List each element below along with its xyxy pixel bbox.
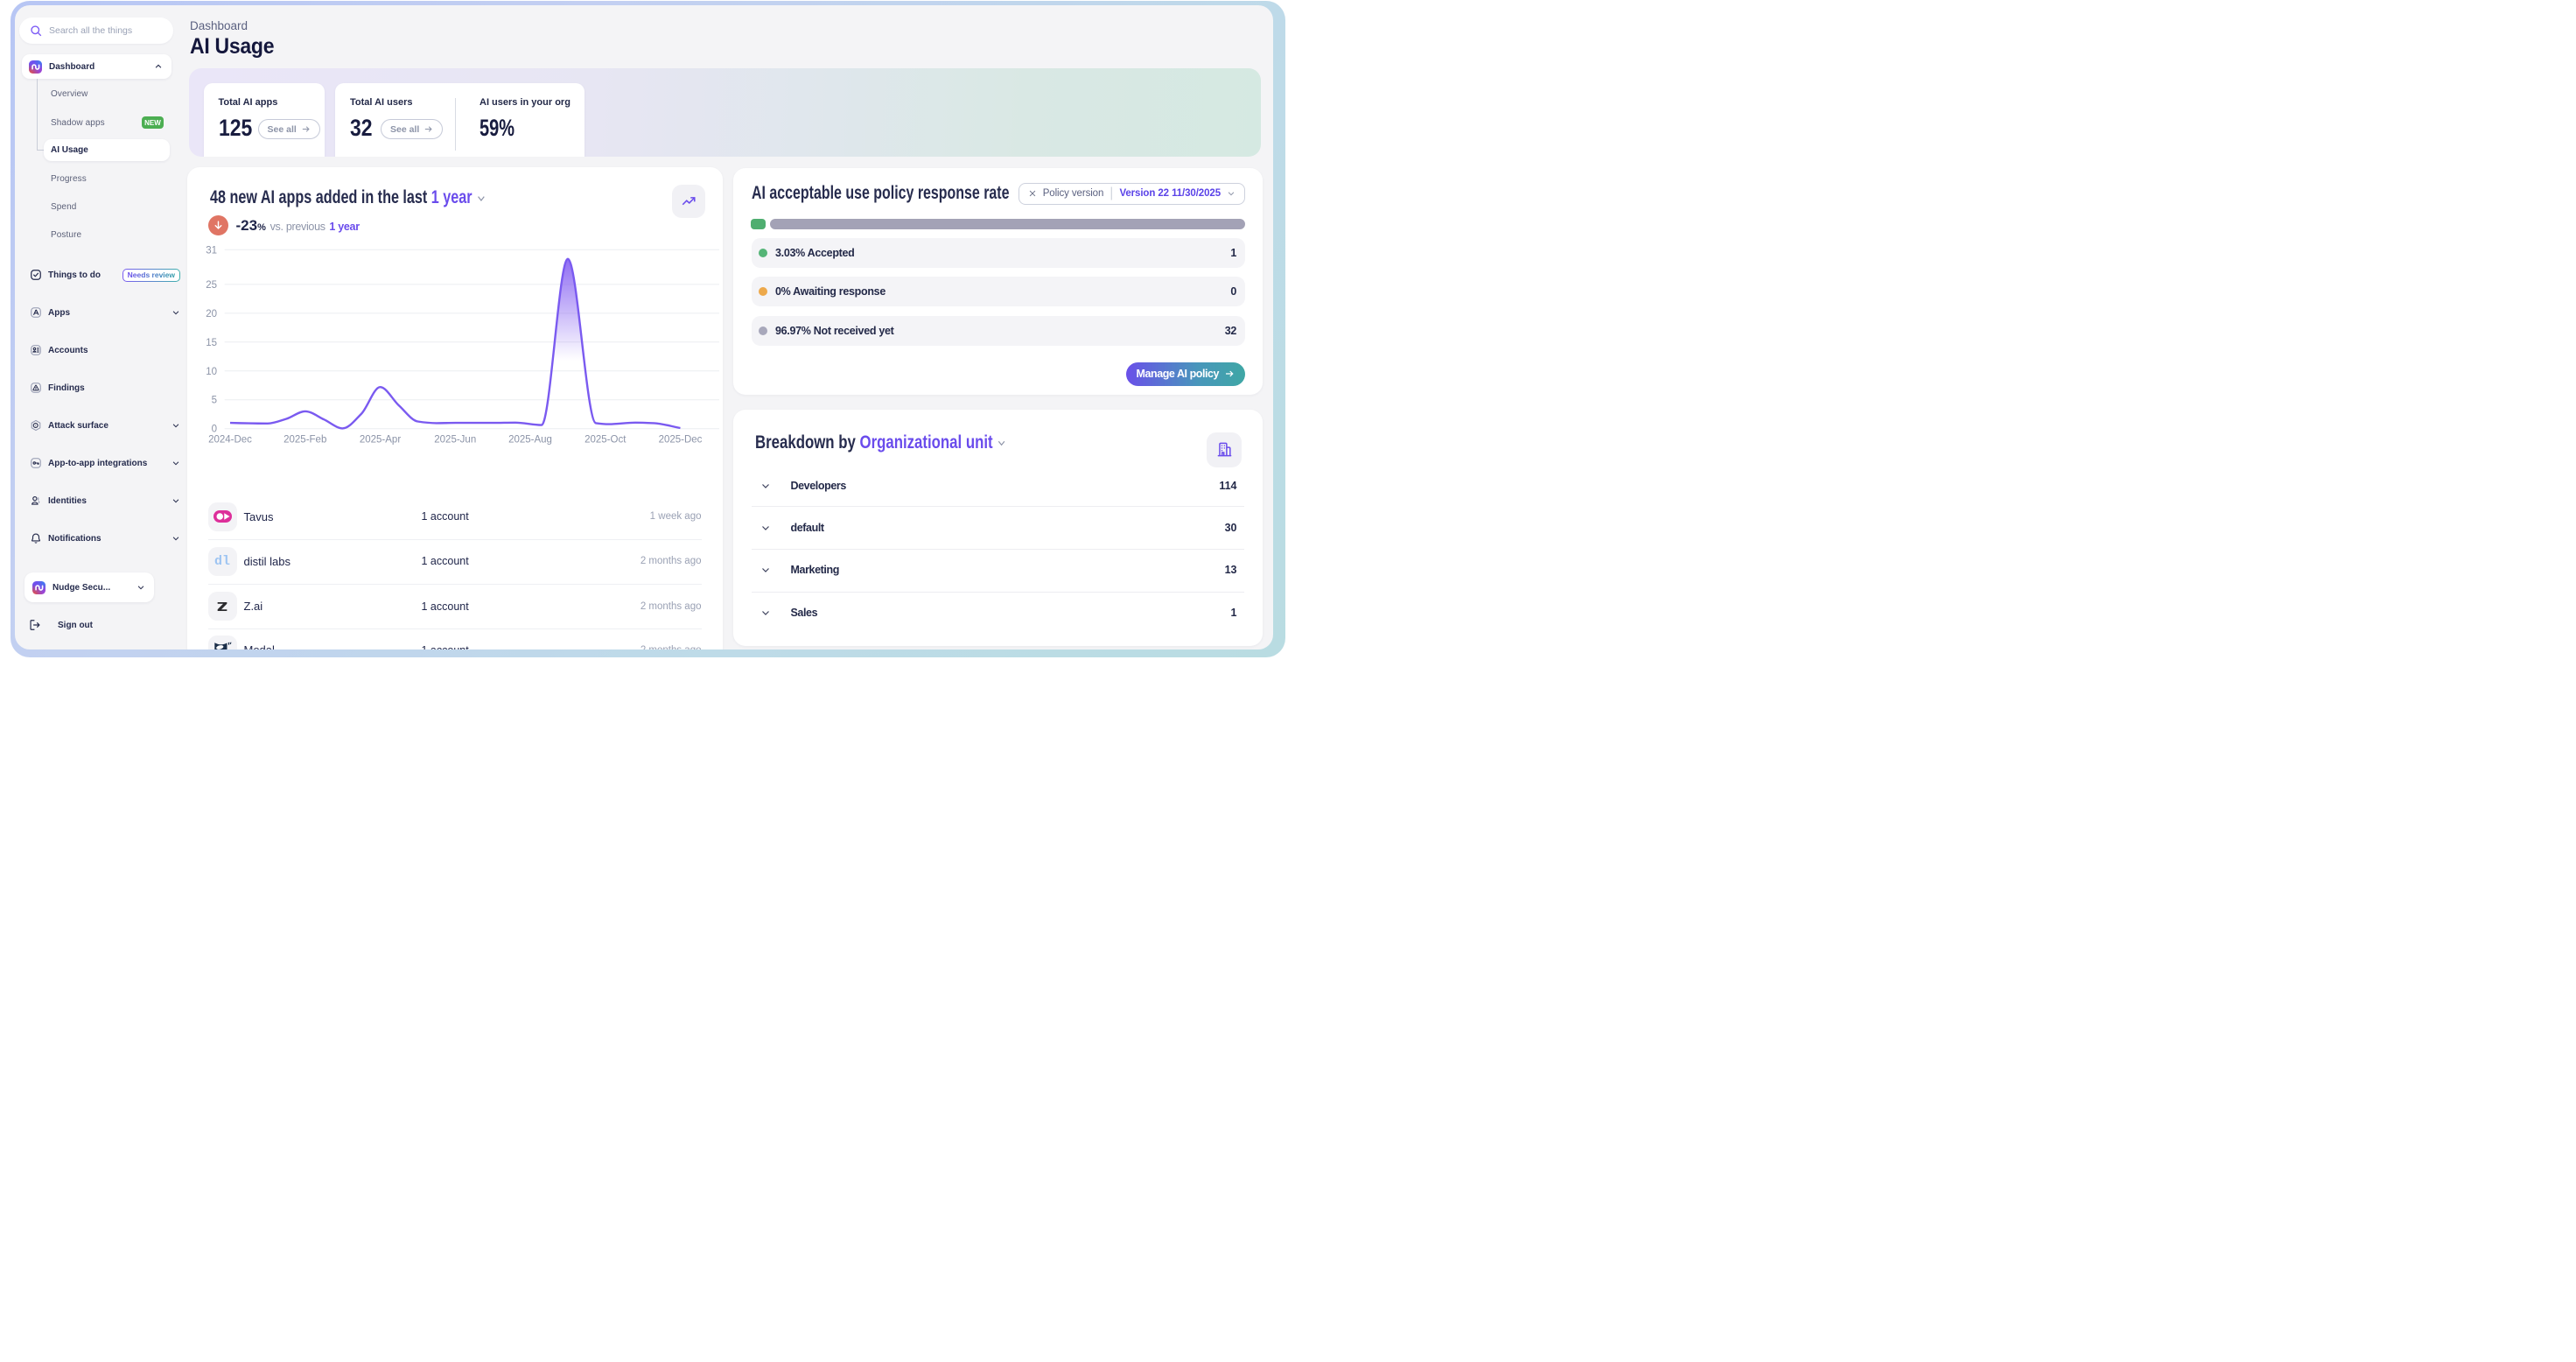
svg-text:31: 31	[206, 245, 217, 256]
svg-text:2025-Jun: 2025-Jun	[434, 435, 476, 446]
svg-text:2025-Oct: 2025-Oct	[584, 435, 626, 446]
svg-text:2025-Feb: 2025-Feb	[284, 435, 326, 446]
svg-text:20: 20	[206, 309, 217, 319]
svg-text:25: 25	[206, 280, 217, 291]
svg-text:10: 10	[206, 367, 217, 377]
svg-text:0: 0	[211, 425, 216, 435]
svg-text:2025-Dec: 2025-Dec	[658, 435, 702, 446]
svg-text:2025-Aug: 2025-Aug	[508, 435, 552, 446]
svg-text:15: 15	[206, 338, 217, 348]
svg-text:2025-Apr: 2025-Apr	[359, 435, 400, 446]
svg-text:2024-Dec: 2024-Dec	[208, 435, 252, 446]
svg-text:5: 5	[211, 396, 216, 406]
